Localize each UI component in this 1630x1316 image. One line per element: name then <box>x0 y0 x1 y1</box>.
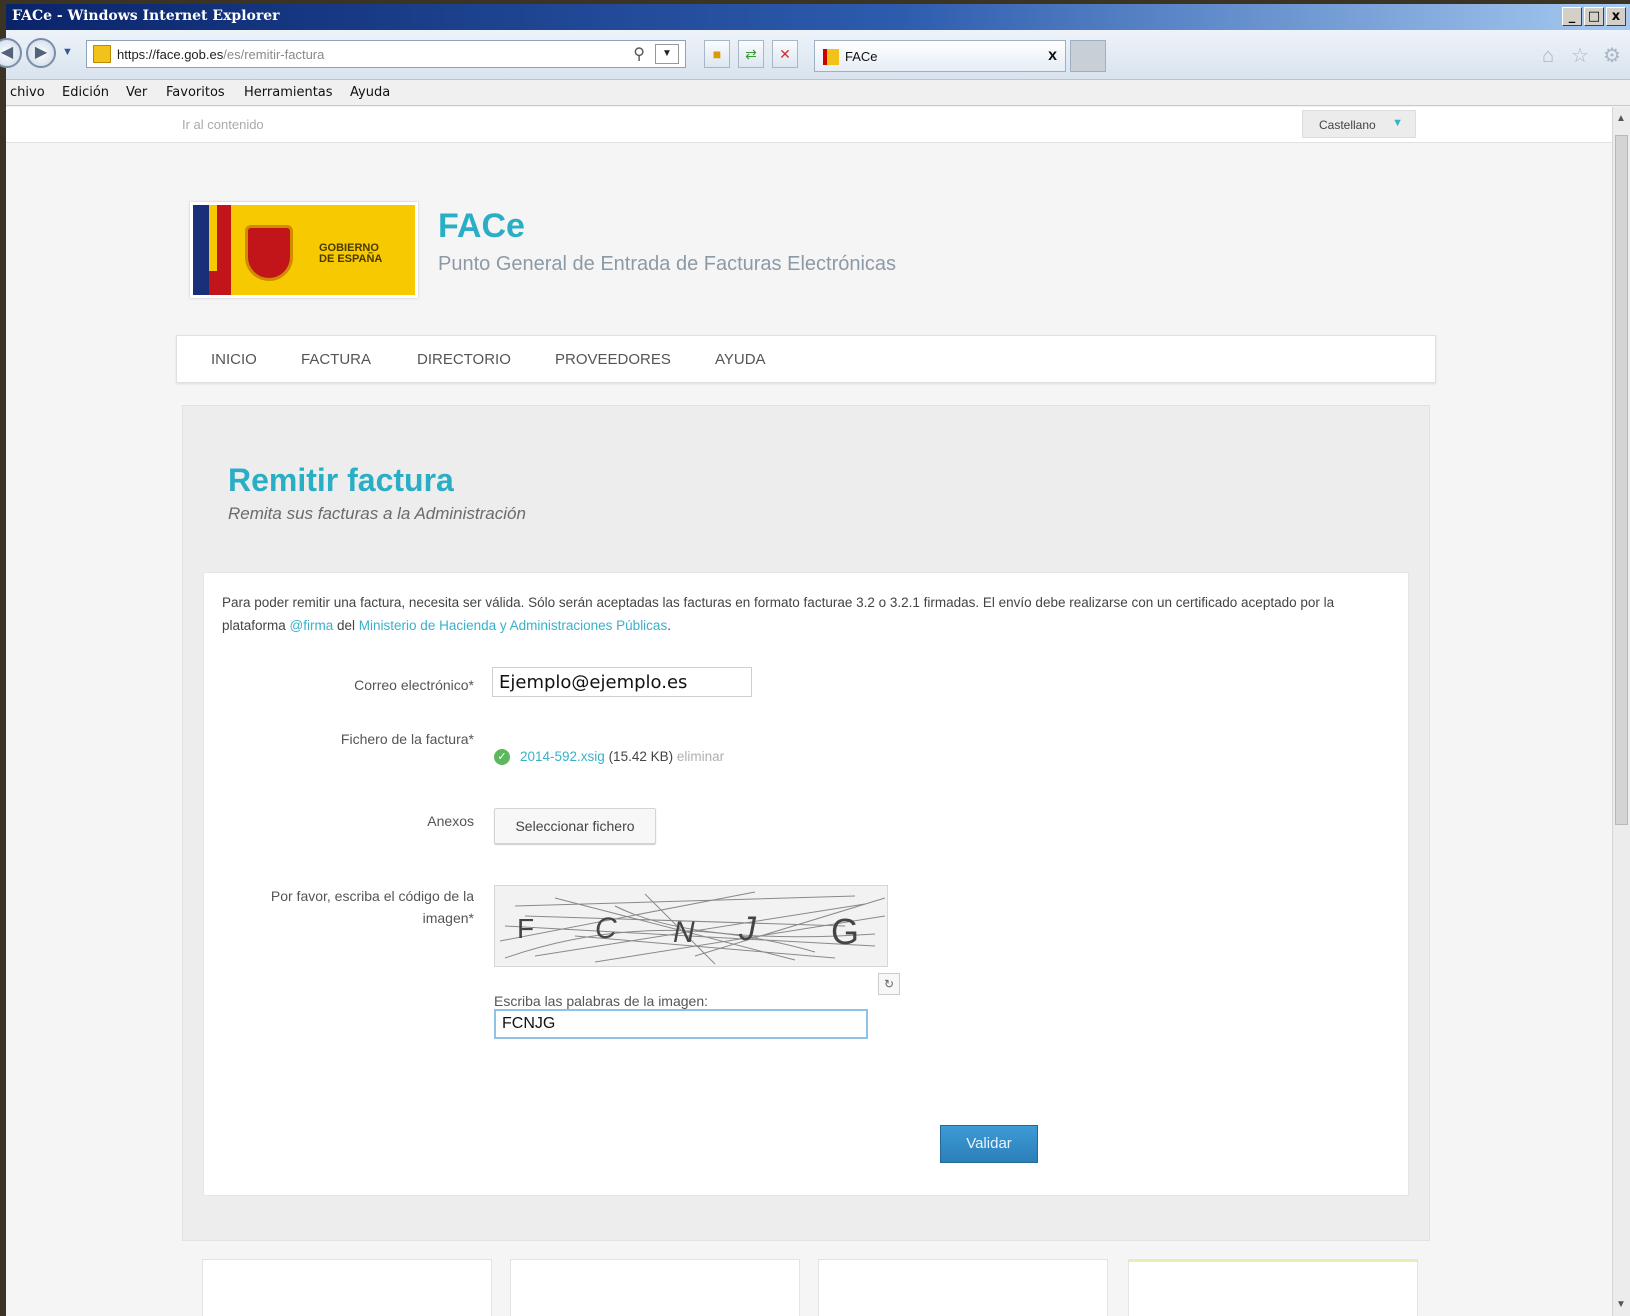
home-icon[interactable]: ⌂ <box>1536 44 1560 68</box>
scroll-up-icon[interactable]: ▲ <box>1616 113 1626 124</box>
skip-to-content-link[interactable]: Ir al contenido <box>182 117 264 132</box>
captcha-input-label: Escriba las palabras de la imagen: <box>494 993 709 1009</box>
email-field[interactable]: Ejemplo@ejemplo.es <box>492 667 752 697</box>
validar-button[interactable]: Validar <box>940 1125 1038 1163</box>
check-icon: ✓ <box>494 749 510 765</box>
close-button[interactable]: x <box>1606 7 1626 26</box>
lock-icon[interactable]: ■ <box>704 40 730 68</box>
ministerio-link[interactable]: Ministerio de Hacienda y Administracione… <box>359 618 667 633</box>
maximize-button[interactable]: □ <box>1584 7 1604 26</box>
window-title: FACe - Windows Internet Explorer <box>12 8 280 24</box>
back-icon[interactable]: ◀ <box>0 38 22 68</box>
nav-item-ayuda[interactable]: AYUDA <box>715 351 766 368</box>
menu-bar: chivo Edición Ver Favoritos Herramientas… <box>6 80 1630 106</box>
stop-icon[interactable]: ✕ <box>772 40 798 68</box>
tab-close-icon[interactable]: x <box>1048 47 1057 65</box>
menu-ver[interactable]: Ver <box>126 85 147 100</box>
window-titlebar: FACe - Windows Internet Explorer _ □ x <box>6 4 1630 30</box>
page-subtitle: Remita sus facturas a la Administración <box>228 504 526 523</box>
forward-icon[interactable]: ▶ <box>26 38 56 68</box>
flag-icon <box>193 205 231 295</box>
url-path: /es/remitir-factura <box>223 47 325 62</box>
minimize-button[interactable]: _ <box>1562 7 1582 26</box>
captcha-image: F C N J G <box>494 885 888 967</box>
invoice-file-label: Fichero de la factura* <box>340 731 474 747</box>
footer-box <box>1128 1259 1418 1316</box>
invoice-file-link[interactable]: 2014-592.xsig <box>520 749 605 764</box>
favorites-star-icon[interactable]: ☆ <box>1568 44 1592 68</box>
gobierno-logo[interactable]: GOBIERNO DE ESPAÑA <box>190 202 418 298</box>
invoice-file-size: (15.42 KB) <box>604 749 677 764</box>
invoice-form: Para poder remitir una factura, necesita… <box>203 572 1409 1196</box>
content-panel: Remitir factura Remita sus facturas a la… <box>182 405 1430 1241</box>
address-bar[interactable]: https://face.gob.es/es/remitir-factura ⚲… <box>86 40 686 68</box>
firma-link[interactable]: @firma <box>290 618 334 633</box>
nav-item-inicio[interactable]: INICIO <box>211 351 257 368</box>
nav-item-proveedores[interactable]: PROVEEDORES <box>555 351 671 368</box>
scroll-down-icon[interactable]: ▼ <box>1616 1299 1626 1310</box>
refresh-icon[interactable]: ⇄ <box>738 40 764 68</box>
menu-favoritos[interactable]: Favoritos <box>166 85 225 100</box>
captcha-char: C <box>595 912 617 945</box>
menu-edicion[interactable]: Edición <box>62 85 109 100</box>
captcha-char: J <box>738 910 757 948</box>
captcha-input[interactable]: FCNJG <box>494 1009 868 1039</box>
nav-item-factura[interactable]: FACTURA <box>301 351 371 368</box>
select-file-button[interactable]: Seleccionar fichero <box>494 808 656 844</box>
web-page: Ir al contenido Castellano ▼ GOBIERNO DE… <box>6 107 1612 1316</box>
captcha-char: F <box>517 913 534 944</box>
tab-face[interactable]: FACe x <box>814 40 1066 72</box>
chevron-down-icon: ▼ <box>1392 117 1403 129</box>
menu-ayuda[interactable]: Ayuda <box>350 85 390 100</box>
page-title: Remitir factura <box>228 462 454 498</box>
search-icon[interactable]: ⚲ <box>633 44 645 64</box>
url-domain: https://face.gob.es <box>117 47 224 62</box>
new-tab-button[interactable] <box>1070 40 1106 72</box>
logo-text: GOBIERNO DE ESPAÑA <box>319 242 383 265</box>
site-icon <box>93 45 111 63</box>
language-select[interactable]: Castellano ▼ <box>1302 110 1416 138</box>
address-dropdown-icon[interactable]: ▼ <box>655 44 679 64</box>
settings-gear-icon[interactable]: ⚙ <box>1600 44 1624 68</box>
history-dropdown-icon[interactable]: ▼ <box>62 46 73 58</box>
remove-file-link[interactable]: eliminar <box>677 749 724 764</box>
menu-herramientas[interactable]: Herramientas <box>244 85 333 100</box>
site-name[interactable]: FACe <box>438 207 525 246</box>
main-navigation: INICIO FACTURA DIRECTORIO PROVEEDORES AY… <box>176 335 1436 383</box>
captcha-char: N <box>673 916 695 949</box>
menu-archivo[interactable]: chivo <box>10 85 45 100</box>
refresh-captcha-icon[interactable]: ↻ <box>878 973 900 995</box>
nav-item-directorio[interactable]: DIRECTORIO <box>417 351 511 368</box>
email-label: Correo electrónico* <box>354 677 474 693</box>
footer-box <box>202 1259 492 1316</box>
vertical-scrollbar[interactable]: ▲ ▼ <box>1612 107 1630 1316</box>
site-tagline: Punto General de Entrada de Facturas Ele… <box>438 253 897 275</box>
intro-text: Para poder remitir una factura, necesita… <box>222 595 1335 633</box>
top-strip: Ir al contenido Castellano ▼ <box>6 107 1612 143</box>
annex-label: Anexos <box>427 813 474 829</box>
tab-title: FACe <box>845 49 878 64</box>
invoice-file-info: 2014-592.xsig (15.42 KB) eliminar <box>520 749 724 764</box>
scroll-thumb[interactable] <box>1615 135 1628 825</box>
footer-box <box>818 1259 1108 1316</box>
tab-favicon-icon <box>823 49 839 65</box>
coat-of-arms-icon <box>245 225 293 281</box>
captcha-char: G <box>831 911 859 952</box>
browser-toolbar: ◀ ▶ ▼ https://face.gob.es/es/remitir-fac… <box>0 30 1630 80</box>
browser-window: FACe - Windows Internet Explorer _ □ x ◀… <box>0 4 1630 1316</box>
captcha-label: Por favor, escriba el código de la image… <box>270 888 474 926</box>
language-value: Castellano <box>1319 118 1376 132</box>
footer-box <box>510 1259 800 1316</box>
